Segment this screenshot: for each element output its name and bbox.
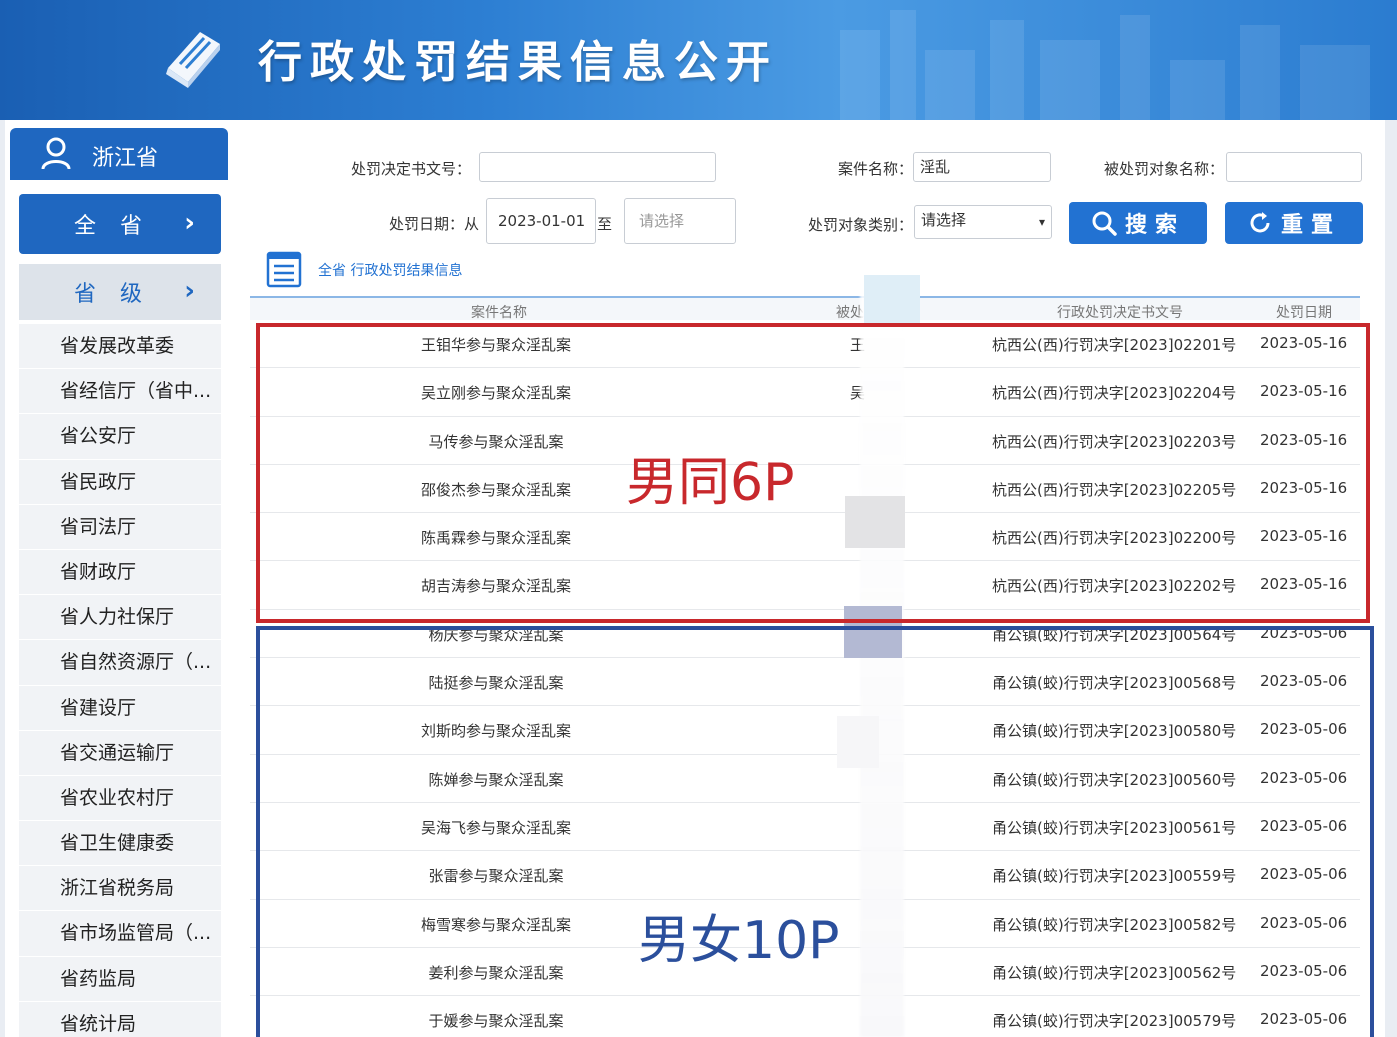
book-icon <box>166 32 220 88</box>
sidebar-item-department[interactable]: 省卫生健康委 <box>19 821 221 867</box>
region-label: 浙江省 <box>92 146 159 171</box>
annotation-red: 男同6P <box>626 453 795 513</box>
sidebar-item-department[interactable]: 省民政厅 <box>19 460 221 505</box>
doc-no-label: 处罚决定书文号： <box>351 160 472 178</box>
case-name-label: 案件名称： <box>838 160 914 178</box>
date-from-input[interactable]: 2023-01-01 <box>486 198 596 244</box>
highlight-box-red <box>256 323 1370 623</box>
header-banner: 行政处罚结果信息公开 <box>0 0 1397 120</box>
sidebar-item-department[interactable]: 浙江省税务局 <box>19 866 221 912</box>
region-header[interactable]: 浙江省 <box>10 128 228 180</box>
sidebar-item-department[interactable]: 省农业农村厅 <box>19 776 221 822</box>
chevron-right-icon: › <box>184 276 195 306</box>
sidebar-item-department[interactable]: 省人力社保厅 <box>19 595 221 641</box>
sidebar-item-department[interactable]: 省经信厅（省中... <box>19 369 221 415</box>
all-province-button[interactable]: 全省 › <box>19 194 221 254</box>
search-button[interactable]: 搜索 <box>1069 202 1207 244</box>
page: 行政处罚结果信息公开 浙江省 全省 › 省级 › 省发展改革委 省经信厅（省中..… <box>0 0 1397 1037</box>
reset-button-label: 重置 <box>1280 213 1341 238</box>
user-icon <box>41 137 71 170</box>
date-label: 处罚日期：从 <box>389 215 480 233</box>
sidebar: 浙江省 全省 › 省级 › 省发展改革委 省经信厅（省中... 省公安厅 省民政厅 省司… <box>10 128 230 1037</box>
sidebar-item-department[interactable]: 省财政厅 <box>19 550 221 596</box>
header-date: 处罚日期 <box>1276 305 1332 321</box>
doc-no-input[interactable] <box>479 152 716 182</box>
target-type-value: 请选择 <box>921 211 967 229</box>
sidebar-item-department[interactable]: 省交通运输厅 <box>19 731 221 776</box>
target-type-select[interactable]: 请选择 ▾ <box>914 205 1052 239</box>
sidebar-item-department[interactable]: 省统计局 <box>19 1002 221 1037</box>
target-type-label: 处罚对象类别： <box>808 216 914 234</box>
chevron-down-icon: ▾ <box>1038 215 1045 229</box>
date-to-input[interactable]: 请选择 <box>624 198 736 244</box>
annotation-blue: 男女10P <box>638 911 840 971</box>
sidebar-item-department[interactable]: 省建设厅 <box>19 686 221 731</box>
search-button-label: 搜索 <box>1124 213 1185 238</box>
header-doc-no: 行政处罚决定书文号 <box>1057 305 1183 321</box>
sidebar-item-department[interactable]: 省公安厅 <box>19 414 221 460</box>
header-case-name: 案件名称 <box>471 305 527 321</box>
target-name-input[interactable] <box>1226 152 1362 182</box>
section-title: 全省 行政处罚结果信息 <box>318 263 463 279</box>
sidebar-item-department[interactable]: 省市场监管局（... <box>19 911 221 957</box>
sidebar-item-department[interactable]: 省发展改革委 <box>19 324 221 370</box>
table-header: 案件名称 被处 行政处罚决定书文号 处罚日期 <box>250 296 1360 321</box>
case-name-input[interactable]: 淫乱 <box>913 152 1051 182</box>
target-name-label: 被处罚对象名称： <box>1104 160 1225 178</box>
page-title: 行政处罚结果信息公开 <box>258 37 778 88</box>
province-level-button[interactable]: 省级 › <box>19 264 221 320</box>
sidebar-item-department[interactable]: 省药监局 <box>19 957 221 1002</box>
province-level-label: 省级 <box>73 282 166 307</box>
all-province-label: 全省 <box>73 214 166 239</box>
department-list: 省发展改革委 省经信厅（省中... 省公安厅 省民政厅 省司法厅 省财政厅 省人力社保厅 省自… <box>19 324 221 1037</box>
reset-button[interactable]: 重置 <box>1225 202 1363 244</box>
censor-block <box>864 275 920 327</box>
list-icon <box>266 251 302 288</box>
chevron-right-icon: › <box>184 208 195 238</box>
sidebar-item-department[interactable]: 省自然资源厅（... <box>19 640 221 686</box>
date-to-label: 至 <box>597 215 613 233</box>
refresh-icon <box>1250 212 1270 233</box>
search-icon <box>1092 211 1117 236</box>
sidebar-item-department[interactable]: 省司法厅 <box>19 505 221 550</box>
highlight-box-blue <box>256 626 1374 1037</box>
